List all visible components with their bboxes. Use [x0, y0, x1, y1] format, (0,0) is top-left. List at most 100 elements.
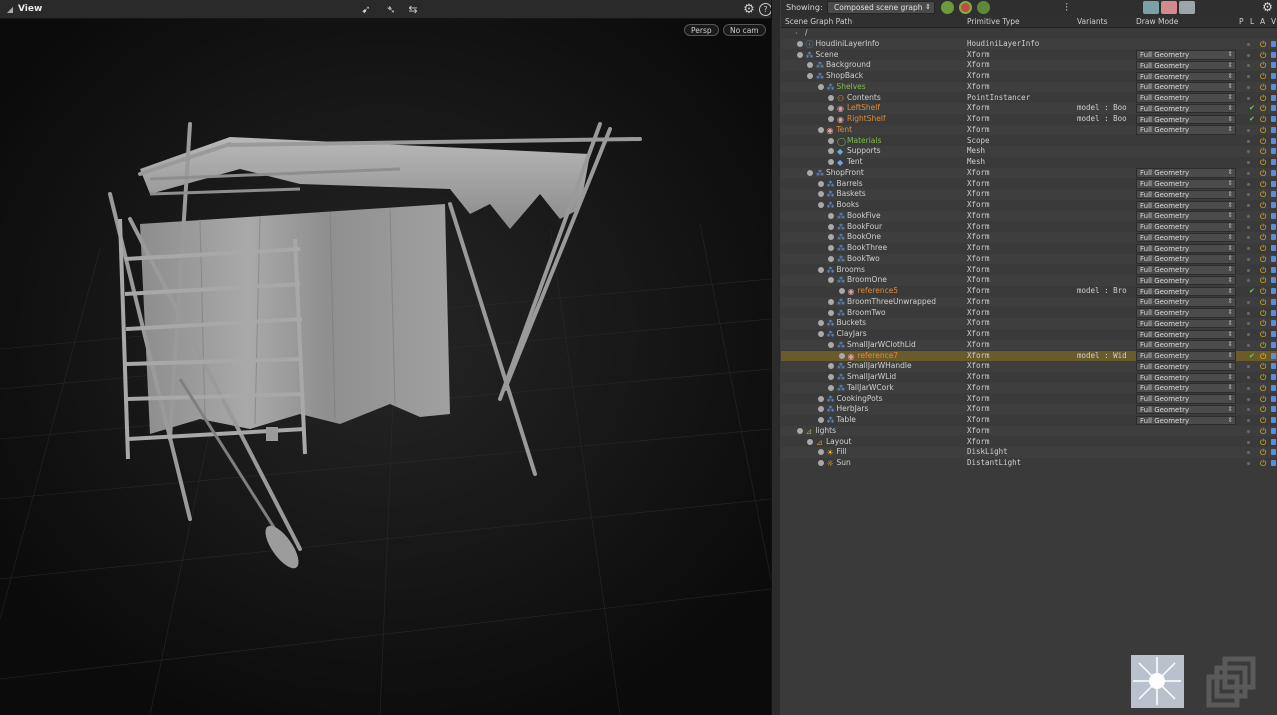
visibility-icon[interactable]	[1271, 266, 1276, 273]
activate-icon[interactable]: ⏻	[1260, 309, 1266, 318]
activate-icon[interactable]: ⏻	[1260, 137, 1266, 146]
filter-sliders-icon[interactable]: ⫶	[1060, 1, 1073, 14]
display-options-icon-2[interactable]	[1161, 1, 1177, 14]
expand-toggle-icon[interactable]	[828, 309, 834, 316]
activate-icon[interactable]: ⏻	[1260, 255, 1266, 264]
activate-icon[interactable]: ⏻	[1260, 244, 1266, 253]
expand-toggle-icon[interactable]	[828, 148, 834, 155]
visibility-icon[interactable]	[1271, 460, 1276, 466]
load-toggle-icon[interactable]	[1247, 53, 1250, 57]
activate-icon[interactable]: ⏻	[1260, 287, 1266, 296]
tree-row[interactable]: ◉ RightShelf Xform model : Boo Full Geometry…	[781, 114, 1277, 125]
load-toggle-icon[interactable]	[1247, 75, 1250, 78]
visibility-icon[interactable]	[1271, 51, 1276, 58]
load-toggle-icon[interactable]	[1247, 182, 1250, 186]
draw-mode-dropdown[interactable]: Full Geometry ⇕	[1136, 404, 1236, 415]
activate-icon[interactable]: ⏻	[1260, 61, 1266, 70]
expand-toggle-icon[interactable]	[828, 94, 834, 101]
visibility-icon[interactable]	[1271, 40, 1276, 47]
visibility-icon[interactable]	[1271, 83, 1276, 90]
pane-splitter[interactable]	[771, 0, 781, 715]
draw-mode-dropdown[interactable]: Full Geometry ⇕	[1136, 308, 1236, 318]
draw-mode-dropdown[interactable]: Full Geometry ⇕	[1136, 179, 1236, 189]
variant-value[interactable]: model : Bro	[1077, 286, 1133, 297]
tree-row[interactable]: ☼ Sun DistantLight ⏻	[781, 458, 1277, 469]
draw-mode-dropdown[interactable]: Full Geometry ⇕	[1136, 329, 1236, 340]
draw-mode-dropdown[interactable]: Full Geometry ⇕	[1136, 93, 1236, 103]
visibility-icon[interactable]	[1271, 255, 1276, 262]
transform-tool-icon[interactable]: ⇆	[405, 2, 421, 17]
tree-row[interactable]: ⁂ SmallJarWClothLid Xform Full Geometry ⇕ ⏻	[781, 339, 1277, 351]
activate-icon[interactable]: ⏻	[1260, 83, 1266, 92]
draw-mode-dropdown[interactable]: Full Geometry ⇕	[1136, 125, 1236, 135]
activate-icon[interactable]: ⏻	[1260, 298, 1266, 307]
visibility-icon[interactable]	[1271, 116, 1276, 122]
visibility-icon[interactable]	[1271, 438, 1276, 445]
expand-toggle-icon[interactable]	[817, 460, 824, 466]
activate-icon[interactable]: ⏻	[1260, 352, 1266, 361]
tree-row[interactable]: ⁂ CookingPots Xform Full Geometry ⇕ ⏻	[781, 394, 1277, 405]
draw-mode-dropdown[interactable]: Full Geometry ⇕	[1136, 71, 1236, 82]
activate-icon[interactable]: ⏻	[1260, 384, 1266, 393]
expand-toggle-icon[interactable]	[828, 116, 834, 122]
camera-menu-button[interactable]: Persp	[684, 24, 719, 36]
variant-value[interactable]: model : Wid	[1077, 351, 1133, 362]
draw-mode-dropdown[interactable]: Full Geometry ⇕	[1136, 383, 1236, 393]
expand-toggle-icon[interactable]	[817, 83, 824, 90]
activate-icon[interactable]: ⏻	[1260, 330, 1266, 339]
draw-mode-dropdown[interactable]: Full Geometry ⇕	[1136, 60, 1236, 71]
tree-row[interactable]: ◯ Materials Scope ⏻	[781, 136, 1277, 147]
expand-toggle-icon[interactable]	[817, 320, 824, 327]
activate-icon[interactable]: ⏻	[1260, 51, 1266, 60]
tree-row[interactable]: ◆ Supports Mesh ⏻	[781, 146, 1277, 157]
column-variants[interactable]: Variants	[1077, 17, 1108, 26]
tree-row[interactable]: ⁂ ClayJars Xform Full Geometry ⇕ ⏻	[781, 329, 1277, 340]
expand-toggle-icon[interactable]	[828, 277, 834, 284]
activate-icon[interactable]: ⏻	[1260, 233, 1266, 242]
tree-row[interactable]: ⁂ Brooms Xform Full Geometry ⇕ ⏻	[781, 265, 1277, 276]
tree-row[interactable]: ⊿ lights Xform ⏻	[781, 425, 1277, 437]
load-toggle-icon[interactable]	[1247, 365, 1250, 369]
activate-icon[interactable]: ⏻	[1260, 319, 1266, 328]
expand-toggle-icon[interactable]	[817, 266, 824, 273]
load-toggle-icon[interactable]	[1247, 343, 1250, 347]
variant-value[interactable]: model : Boo	[1077, 114, 1133, 125]
expand-toggle-icon[interactable]	[817, 449, 824, 456]
visibility-icon[interactable]	[1271, 384, 1276, 391]
visibility-icon[interactable]	[1271, 277, 1276, 284]
activate-icon[interactable]: ⏻	[1260, 40, 1266, 49]
visibility-icon[interactable]	[1271, 331, 1276, 337]
visibility-icon[interactable]	[1271, 427, 1276, 434]
draw-mode-dropdown[interactable]: Full Geometry ⇕	[1136, 82, 1236, 92]
tree-row[interactable]: ⁂ BookOne Xform Full Geometry ⇕ ⏻	[781, 232, 1277, 243]
activate-icon[interactable]: ⏻	[1260, 126, 1266, 135]
tree-row[interactable]: ⁂ SmallJarWHandle Xform Full Geometry ⇕ ⏻	[781, 361, 1277, 372]
expand-toggle-icon[interactable]	[807, 438, 813, 445]
tree-row[interactable]: ⁂ BookFive Xform Full Geometry ⇕ ⏻	[781, 210, 1277, 222]
expand-toggle-icon[interactable]	[817, 202, 824, 208]
draw-mode-dropdown[interactable]: Full Geometry ⇕	[1136, 361, 1236, 372]
expand-toggle-icon[interactable]	[796, 427, 803, 434]
tree-row[interactable]: ⁂ Background Xform Full Geometry ⇕ ⏻	[781, 60, 1277, 71]
expand-toggle-icon[interactable]	[828, 212, 834, 219]
pane-menu-icon[interactable]: ◢	[2, 2, 18, 17]
expand-toggle-icon[interactable]	[828, 341, 834, 348]
activate-icon[interactable]: ⏻	[1260, 276, 1266, 285]
tree-row[interactable]: ⁂ BroomTwo Xform Full Geometry ⇕ ⏻	[781, 308, 1277, 319]
draw-mode-dropdown[interactable]: Full Geometry ⇕	[1136, 50, 1236, 60]
tree-row[interactable]: ⁂ SmallJarWLid Xform Full Geometry ⇕ ⏻	[781, 372, 1277, 383]
expand-toggle-icon[interactable]	[828, 137, 834, 144]
tree-row[interactable]: ⁂ Table Xform Full Geometry ⇕ ⏻	[781, 415, 1277, 426]
visibility-icon[interactable]	[1271, 320, 1276, 327]
cam-select-button[interactable]: No cam	[723, 24, 766, 36]
visibility-icon[interactable]	[1271, 288, 1276, 294]
expand-toggle-icon[interactable]	[817, 395, 824, 402]
activate-icon[interactable]: ⏻	[1260, 180, 1266, 189]
tree-row[interactable]: ◉ LeftShelf Xform model : Boo Full Geometry ⇕…	[781, 103, 1277, 114]
load-toggle-icon[interactable]	[1247, 300, 1250, 304]
load-toggle-icon[interactable]	[1247, 451, 1250, 455]
draw-mode-dropdown[interactable]: Full Geometry ⇕	[1136, 394, 1236, 404]
tree-row[interactable]: ⁂ Shelves Xform Full Geometry ⇕ ⏻	[781, 81, 1277, 93]
tree-row[interactable]: ⁂ Buckets Xform Full Geometry ⇕ ⏻	[781, 318, 1277, 329]
tree-row[interactable]: ◆ Tent Mesh ⏻	[781, 157, 1277, 168]
